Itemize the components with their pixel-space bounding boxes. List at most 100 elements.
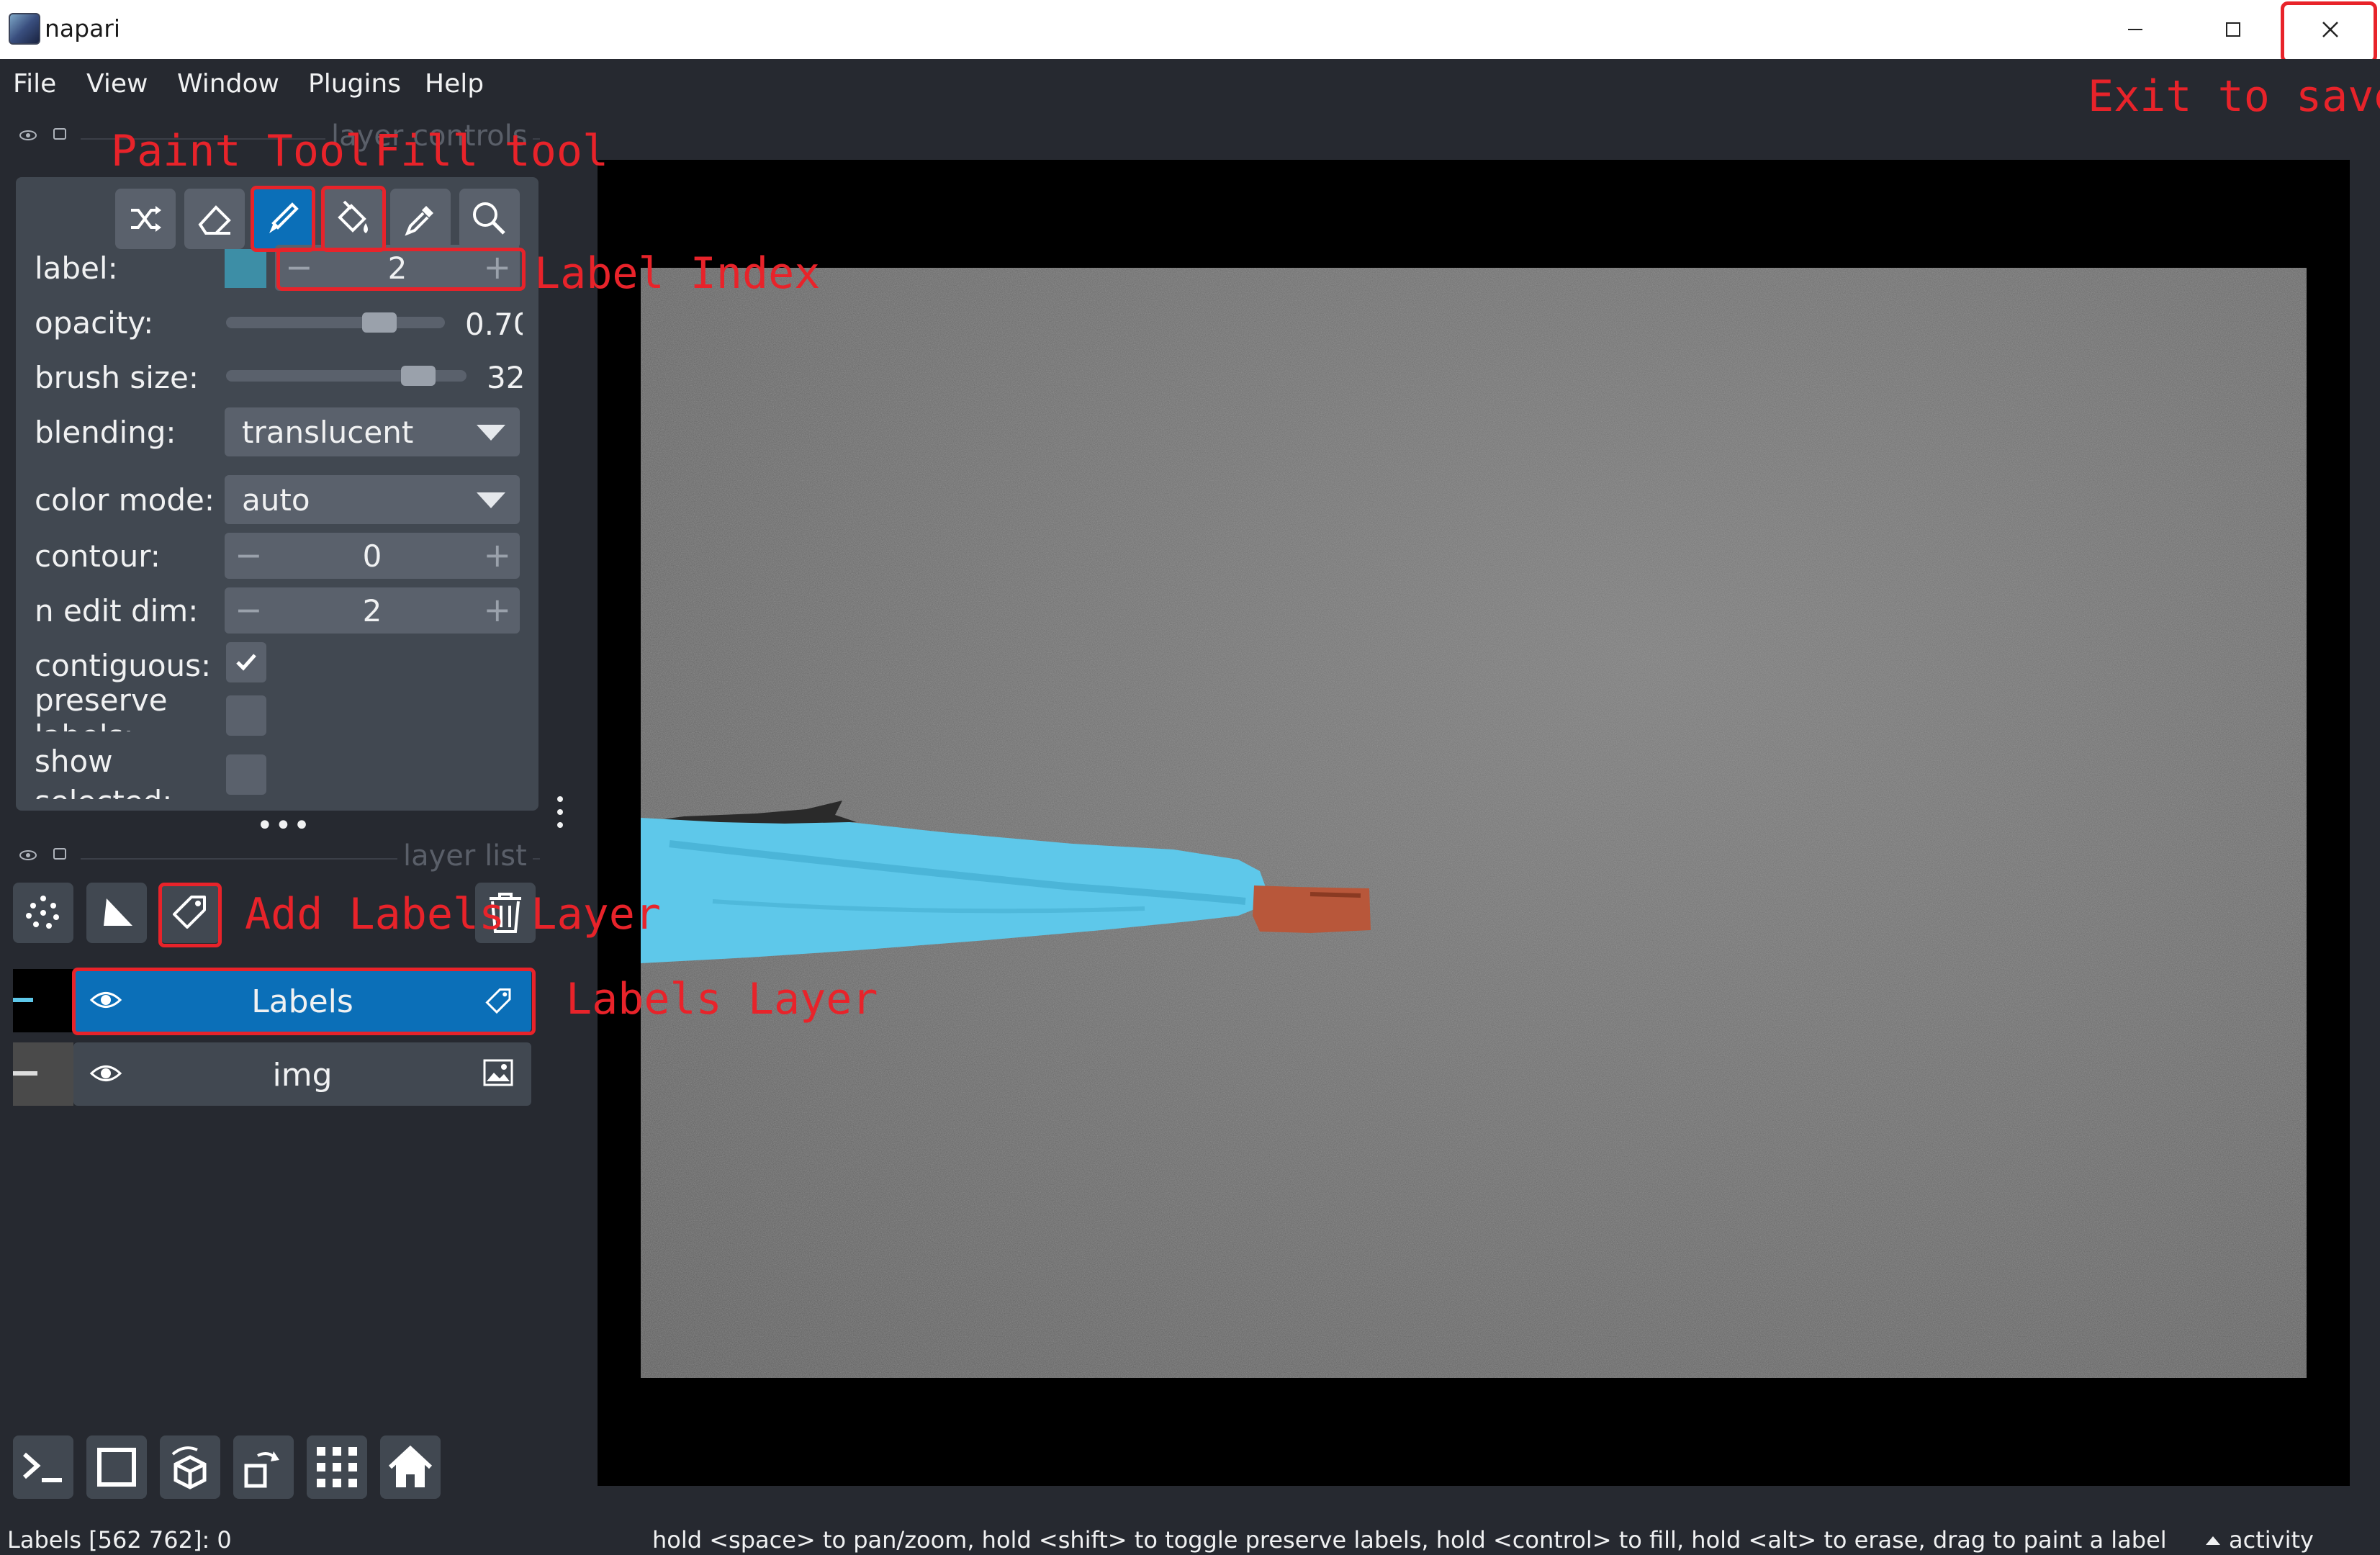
paint-tool-highlight — [251, 186, 315, 252]
vertical-splitter-handle[interactable] — [553, 793, 567, 831]
opacity-slider-handle[interactable] — [361, 312, 397, 333]
contiguous-checkbox[interactable] — [226, 642, 266, 682]
activity-button[interactable]: activity — [2229, 1526, 2314, 1554]
n-edit-dim-spinbox[interactable]: − 2 + — [225, 587, 520, 634]
brush-size-value: 32 — [487, 360, 526, 395]
blending-label: blending: — [35, 415, 176, 450]
n-edit-dim-value: 2 — [362, 593, 382, 628]
annotation-labels-layer: Labels Layer — [566, 974, 878, 1024]
menu-help[interactable]: Help — [425, 69, 484, 99]
dock-float-icon[interactable] — [17, 848, 39, 862]
show-selected-label: show selected: — [35, 744, 172, 799]
dock-close-icon[interactable] — [53, 128, 66, 140]
color-mode-label: color mode: — [35, 482, 215, 518]
pick-button[interactable] — [390, 189, 451, 249]
napari-logo-icon — [9, 13, 40, 45]
window-title: napari — [45, 14, 121, 42]
show-selected-checkbox[interactable] — [226, 754, 266, 795]
image-layer-render — [641, 268, 2307, 1378]
blending-value: translucent — [242, 415, 414, 450]
eyedropper-icon — [405, 206, 433, 236]
checkmark-icon — [236, 654, 256, 671]
label-color-swatch — [225, 249, 266, 288]
add-labels-layer-highlight — [158, 883, 222, 947]
opacity-value: 0.70 — [465, 307, 523, 342]
fill-tool-highlight — [321, 186, 386, 252]
layer-list-title: layer list — [403, 839, 527, 873]
roll-dimensions-button[interactable] — [160, 1435, 220, 1499]
image-content — [641, 268, 2307, 1378]
annotation-paint-tool: Paint Tool — [111, 126, 371, 176]
layer-name-img: img — [272, 1057, 333, 1094]
cube-icon — [171, 1446, 207, 1489]
dock-separator — [533, 858, 540, 860]
close-button-highlight — [2281, 1, 2377, 63]
n-edit-dim-label: n edit dim: — [35, 593, 199, 628]
toggle-ndisplay-button[interactable] — [86, 1435, 147, 1499]
grid-icon — [317, 1447, 357, 1487]
label-label: label: — [35, 251, 118, 286]
grid-mode-button[interactable] — [307, 1435, 367, 1499]
menu-plugins[interactable]: Plugins — [308, 69, 401, 99]
dock-close-icon[interactable] — [53, 848, 66, 860]
annotation-exit-to-save: Exit to save — [2088, 71, 2380, 122]
home-icon — [388, 1445, 433, 1487]
status-bar: Labels [562 762]: 0 hold <space> to pan/… — [0, 1523, 2380, 1555]
img-layer-thumbnail — [13, 1042, 73, 1106]
preserve-labels-label: preserve labels: — [35, 682, 168, 731]
annotation-label-index: Label Index — [534, 248, 821, 299]
points-icon — [26, 896, 59, 929]
annotation-fill-tool: Fill tool — [374, 126, 609, 176]
menu-bar: File View Window Plugins Help — [0, 59, 2380, 112]
shapes-icon — [104, 898, 132, 926]
menu-file[interactable]: File — [13, 69, 56, 99]
color-mode-value: auto — [242, 482, 310, 518]
dock-float-icon[interactable] — [17, 128, 39, 143]
dock-splitter-handle[interactable]: ••• — [256, 809, 312, 842]
preserve-labels-checkbox[interactable] — [226, 695, 266, 736]
chevron-down-icon — [477, 425, 505, 441]
transpose-button[interactable] — [233, 1435, 294, 1499]
reset-view-button[interactable] — [380, 1435, 441, 1499]
chevron-down-icon — [477, 492, 505, 508]
contour-label: contour: — [35, 538, 161, 574]
contour-spinbox[interactable]: − 0 + — [225, 533, 520, 579]
opacity-slider[interactable] — [226, 317, 445, 328]
menu-window[interactable]: Window — [177, 69, 279, 99]
title-bar: napari — [0, 0, 2380, 59]
console-button[interactable] — [13, 1435, 73, 1499]
image-icon — [483, 1059, 513, 1086]
layer-item-img[interactable]: img — [73, 1042, 531, 1106]
new-shapes-layer-button[interactable] — [86, 883, 147, 943]
color-mode-dropdown[interactable]: auto — [225, 475, 520, 524]
shuffle-colors-button[interactable] — [115, 189, 176, 249]
caret-up-icon — [2206, 1536, 2220, 1545]
opacity-label: opacity: — [35, 305, 154, 341]
pan-zoom-button[interactable] — [459, 189, 520, 249]
new-points-layer-button[interactable] — [13, 883, 73, 943]
status-coordinates: Labels [562 762]: 0 — [7, 1526, 232, 1554]
contiguous-label: contiguous: — [35, 648, 212, 683]
label-index-highlight — [276, 248, 526, 291]
labels-layer-thumbnail — [13, 969, 73, 1032]
annotation-add-labels-layer: Add Labels Layer — [245, 889, 661, 939]
dock-separator — [81, 858, 397, 860]
brush-size-label: brush size: — [35, 360, 199, 395]
transpose-icon — [244, 1451, 279, 1488]
maximize-icon — [2226, 22, 2240, 37]
magnifier-icon — [473, 202, 505, 235]
square-icon — [97, 1448, 136, 1487]
contour-value: 0 — [362, 538, 382, 574]
terminal-icon — [23, 1452, 62, 1482]
shuffle-icon — [131, 206, 161, 232]
status-help-hint: hold <space> to pan/zoom, hold <shift> t… — [652, 1526, 2167, 1554]
minimize-icon — [2128, 29, 2142, 30]
minimize-button[interactable] — [2086, 0, 2184, 59]
brush-size-slider-handle[interactable] — [401, 366, 436, 386]
menu-view[interactable]: View — [86, 69, 148, 99]
maximize-button[interactable] — [2184, 0, 2282, 59]
erase-button[interactable] — [184, 189, 245, 249]
labels-layer-highlight — [72, 968, 536, 1035]
erase-icon — [198, 205, 231, 235]
blending-dropdown[interactable]: translucent — [225, 407, 520, 456]
